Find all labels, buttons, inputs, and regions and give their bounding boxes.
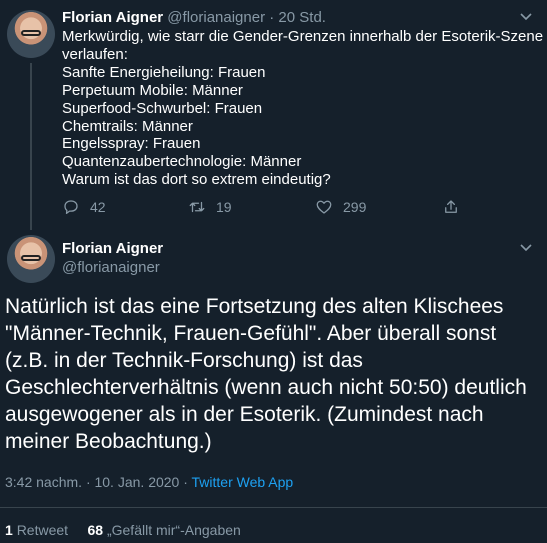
divider <box>0 507 547 508</box>
likes-stat[interactable]: 68 „Gefällt mir“-Angaben <box>88 522 241 538</box>
separator-dot: · <box>269 9 275 26</box>
tweet-line: Warum ist das dort so extrem eindeutig? <box>62 171 331 189</box>
tweet-line: Superfood-Schwurbel: Frauen <box>62 99 263 117</box>
chevron-down-icon[interactable] <box>519 10 533 24</box>
chevron-down-icon[interactable] <box>519 241 533 255</box>
tweet-timestamp[interactable]: 3:42 nachm. · 10. Jan. 2020 · <box>5 474 192 490</box>
tweet-line: ausgewogener als in der Esoterik. (Zumin… <box>5 403 484 426</box>
tweet-line: Engelsspray: Frauen <box>62 135 201 153</box>
tweet-source-link[interactable]: Twitter Web App <box>192 474 294 490</box>
retweets-stat[interactable]: 1 Retweet <box>5 522 68 538</box>
tweet-time[interactable]: 20 Std. <box>278 9 326 26</box>
tweet-actions: 42 19 299 <box>62 198 482 218</box>
tweet-line: verlaufen: <box>62 45 128 63</box>
tweet-line: Quantenzaubertechnologie: Männer <box>62 153 302 171</box>
share-icon <box>445 200 457 213</box>
retweet-icon <box>189 201 205 213</box>
tweet-header: Florian Aigner @florianaigner · 20 Std. <box>62 8 326 28</box>
tweet-text: Merkwürdig, wie starr die Gender-Grenzen… <box>62 28 544 189</box>
tweet-line: Natürlich ist das eine Fortsetzung des a… <box>5 295 504 318</box>
tweet-metadata: 3:42 nachm. · 10. Jan. 2020 · Twitter We… <box>5 473 293 491</box>
tweet-line: Sanfte Energieheilung: Frauen <box>62 63 266 81</box>
tweet-line: meiner Beobachtung.) <box>5 430 212 453</box>
retweet-button[interactable]: 19 <box>188 198 232 216</box>
retweet-count: 19 <box>216 199 232 215</box>
like-stat-label: „Gefällt mir“-Angaben <box>106 522 241 538</box>
tweet-line: "Männer-Technik, Frauen-Gefühl". Aber üb… <box>5 322 497 345</box>
tweet-line: Merkwürdig, wie starr die Gender-Grenzen… <box>62 28 544 45</box>
tweet-line: (z.B. in der Technik-Forschung) ist das <box>5 349 363 372</box>
tweet-line: Chemtrails: Männer <box>62 117 193 135</box>
retweet-stat-count: 1 <box>5 522 13 538</box>
avatar[interactable] <box>7 235 55 283</box>
tweet-text: Natürlich ist das eine Fortsetzung des a… <box>5 293 545 455</box>
reply-icon <box>64 200 78 215</box>
thread-connector-line <box>30 63 32 230</box>
like-count: 299 <box>343 199 367 215</box>
reply-button[interactable]: 42 <box>62 198 106 216</box>
heart-icon <box>316 200 332 214</box>
author-handle[interactable]: @florianaigner <box>62 258 160 278</box>
like-stat-count: 68 <box>87 522 104 538</box>
tweet-line: Geschlechterverhältnis (wenn auch nicht … <box>5 376 527 399</box>
tweet-line: Perpetuum Mobile: Männer <box>62 81 243 99</box>
engagement-stats: 1 Retweet 68 „Gefällt mir“-Angaben <box>5 521 241 539</box>
reply-count: 42 <box>90 199 106 215</box>
like-button[interactable]: 299 <box>315 198 366 216</box>
author-name[interactable]: Florian Aigner <box>62 239 163 259</box>
retweet-stat-label: Retweet <box>16 522 69 538</box>
author-name[interactable]: Florian Aigner <box>62 9 163 26</box>
avatar[interactable] <box>7 10 55 58</box>
share-button[interactable] <box>442 198 470 216</box>
author-handle[interactable]: @florianaigner <box>167 9 265 26</box>
